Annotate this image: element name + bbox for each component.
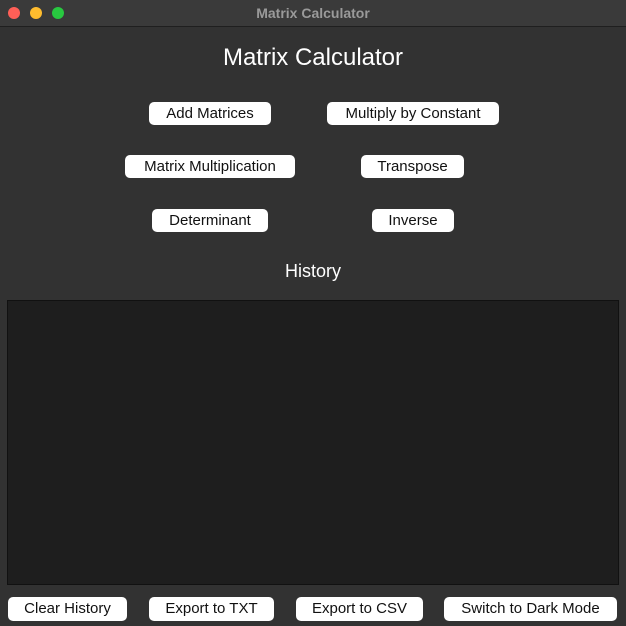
matrix-multiplication-button[interactable]: Matrix Multiplication: [125, 155, 295, 178]
inverse-button[interactable]: Inverse: [372, 209, 454, 232]
clear-history-button[interactable]: Clear History: [8, 597, 127, 621]
history-heading: History: [284, 261, 341, 281]
window-title: Matrix Calculator: [256, 5, 370, 21]
export-csv-button[interactable]: Export to CSV: [296, 597, 423, 621]
export-txt-button[interactable]: Export to TXT: [149, 597, 274, 621]
determinant-button[interactable]: Determinant: [152, 209, 268, 232]
app-window: Matrix Calculator Matrix Calculator Add …: [0, 0, 626, 626]
title-bar[interactable]: Matrix Calculator: [0, 0, 626, 27]
history-text-area[interactable]: [7, 300, 619, 585]
switch-theme-button[interactable]: Switch to Dark Mode: [444, 597, 617, 621]
app-title: Matrix Calculator: [222, 44, 404, 71]
transpose-button[interactable]: Transpose: [361, 155, 464, 178]
add-matrices-button[interactable]: Add Matrices: [149, 102, 271, 125]
multiply-by-constant-button[interactable]: Multiply by Constant: [327, 102, 499, 125]
